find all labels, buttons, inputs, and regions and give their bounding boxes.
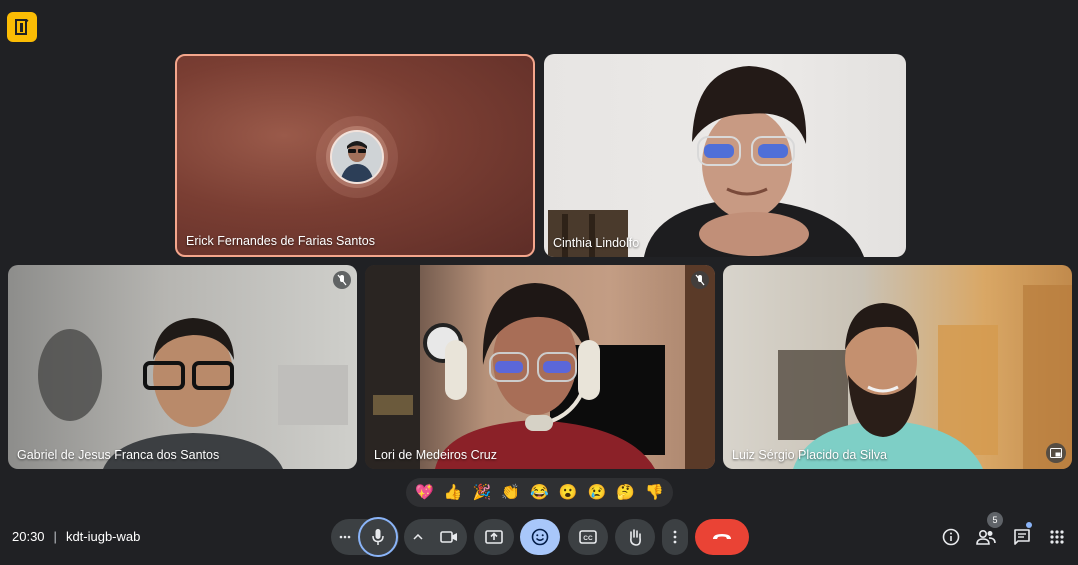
camera-icon <box>440 531 457 543</box>
speaking-indicator <box>316 116 398 198</box>
reaction-crying[interactable]: 😢 <box>588 485 607 500</box>
microphone-icon <box>372 529 384 545</box>
people-icon <box>976 529 996 545</box>
avatar <box>330 130 384 184</box>
participant-tile-lori[interactable]: Lori de Medeiros Cruz <box>365 265 715 469</box>
mic-off-icon <box>695 274 705 286</box>
mic-off-icon <box>337 274 347 286</box>
svg-text:CC: CC <box>583 535 593 542</box>
captions-icon: CC <box>579 530 597 544</box>
activities-button[interactable] <box>1045 525 1069 549</box>
participant-name: Luiz Sérgio Placido da Silva <box>732 448 887 462</box>
picture-in-picture-icon[interactable] <box>1046 443 1066 463</box>
more-options-button[interactable] <box>662 519 688 555</box>
activities-icon <box>1050 530 1064 544</box>
participant-tile-luiz[interactable]: Luiz Sérgio Placido da Silva <box>723 265 1072 469</box>
video-feed <box>778 285 1072 469</box>
video-feed <box>548 66 864 257</box>
reaction-sparkling-heart[interactable]: 💖 <box>415 485 434 500</box>
microphone-button[interactable] <box>358 517 398 557</box>
hang-up-icon <box>713 534 731 539</box>
muted-indicator <box>691 271 709 289</box>
meeting-separator: | <box>53 529 57 544</box>
present-button[interactable] <box>474 519 514 555</box>
participant-tile-erick[interactable]: Erick Fernandes de Farias Santos <box>175 54 535 257</box>
chat-notification-dot <box>1026 522 1032 528</box>
reaction-clapping[interactable]: 👏 <box>501 485 520 500</box>
door-icon <box>15 19 29 35</box>
video-feed <box>38 318 348 469</box>
reactions-bar: 💖 👍 🎉 👏 😂 😮 😢 🤔 👎 <box>406 478 673 507</box>
present-screen-icon <box>485 530 503 544</box>
reaction-thumbs-down[interactable]: 👎 <box>645 485 664 500</box>
reaction-joy[interactable]: 😂 <box>530 485 549 500</box>
leave-call-button[interactable] <box>695 519 749 555</box>
raise-hand-icon <box>630 529 641 546</box>
camera-button[interactable] <box>431 519 467 555</box>
send-reaction-button[interactable] <box>520 519 560 555</box>
reaction-party-popper[interactable]: 🎉 <box>473 485 492 500</box>
info-icon <box>942 528 960 546</box>
meeting-details-button[interactable] <box>939 525 963 549</box>
app-logo <box>7 12 37 42</box>
more-options-icon <box>339 535 351 539</box>
muted-indicator <box>333 271 351 289</box>
meeting-time: 20:30 <box>12 529 45 544</box>
reaction-thumbs-up[interactable]: 👍 <box>444 485 463 500</box>
meeting-code[interactable]: kdt-iugb-wab <box>66 529 140 544</box>
meeting-info: 20:30 | kdt-iugb-wab <box>12 529 140 544</box>
participant-tile-cinthia[interactable]: Cinthia Lindolfo <box>544 54 906 257</box>
participant-tile-gabriel[interactable]: Gabriel de Jesus Franca dos Santos <box>8 265 357 469</box>
raise-hand-button[interactable] <box>615 519 655 555</box>
captions-button[interactable]: CC <box>568 519 608 555</box>
participant-name: Erick Fernandes de Farias Santos <box>186 234 375 248</box>
participant-name: Gabriel de Jesus Franca dos Santos <box>17 448 220 462</box>
video-feed <box>365 265 715 469</box>
participant-name: Cinthia Lindolfo <box>553 236 640 250</box>
chat-icon <box>1014 529 1030 545</box>
emoji-icon <box>531 528 549 546</box>
reaction-surprised[interactable]: 😮 <box>559 485 578 500</box>
chat-button[interactable] <box>1010 525 1034 549</box>
more-vert-icon <box>673 530 677 544</box>
people-button[interactable] <box>974 525 998 549</box>
reaction-thinking[interactable]: 🤔 <box>616 485 635 500</box>
chevron-up-icon <box>413 534 423 540</box>
participant-name: Lori de Medeiros Cruz <box>374 448 497 462</box>
